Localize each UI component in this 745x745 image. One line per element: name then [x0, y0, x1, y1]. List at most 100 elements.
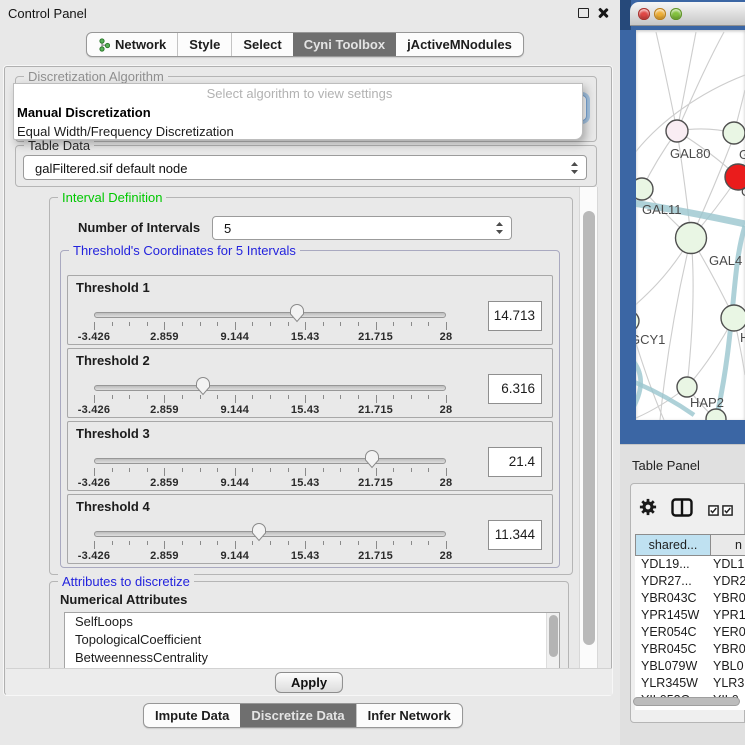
checked-box-icon[interactable] [708, 505, 719, 516]
slider-ticks [94, 322, 446, 331]
scrollbar-thumb[interactable] [583, 211, 595, 645]
scrollbar-thumb[interactable] [549, 615, 558, 657]
tab-discretize-data[interactable]: Discretize Data [240, 704, 355, 727]
tick-label: 9.144 [203, 331, 267, 343]
table-row[interactable]: YER054CYER0 [635, 624, 745, 641]
list-item[interactable]: BetweennessCentrality [65, 649, 559, 667]
threshold-slider-track[interactable] [94, 458, 446, 464]
tick-mark [270, 322, 271, 326]
threshold-slider-track[interactable] [94, 385, 446, 391]
tab-label: Cyni Toolbox [304, 37, 385, 52]
tick-mark [411, 395, 412, 399]
slider-thumb[interactable] [289, 303, 305, 323]
tab-infer-network[interactable]: Infer Network [356, 704, 462, 727]
mac-minimize-icon[interactable] [654, 8, 666, 20]
table-row[interactable]: YBR045CYBR0 [635, 641, 745, 658]
float-window-icon[interactable] [578, 8, 589, 18]
node-partial-bottom[interactable] [706, 409, 726, 420]
popup-option-manual-discretization[interactable]: Manual Discretization [14, 103, 582, 122]
threshold-4-panel: Threshold 4 -3.4262.8599.14415.4321.7152… [67, 494, 553, 564]
tick-mark [376, 322, 377, 330]
tick-label: 28 [414, 550, 478, 562]
network-graph: GAL80 G C GAL11 GAL4 GCY1 H HAP2 [636, 30, 745, 420]
tick-mark [428, 395, 429, 399]
group-title: Interval Definition [58, 190, 166, 205]
network-canvas[interactable]: GAL80 G C GAL11 GAL4 GCY1 H HAP2 [636, 30, 745, 420]
numerical-attributes-label: Numerical Attributes [60, 592, 187, 607]
tick-mark [340, 395, 341, 399]
table-horizontal-scrollbar[interactable] [633, 696, 744, 708]
threshold-value-field[interactable]: 21.4 [488, 447, 542, 477]
list-item[interactable]: SelfLoops [65, 613, 559, 631]
apply-button[interactable]: Apply [275, 672, 343, 693]
tick-mark [129, 395, 130, 399]
tab-select[interactable]: Select [231, 33, 292, 56]
tick-mark [252, 468, 253, 472]
network-window-titlebar[interactable] [630, 2, 745, 26]
tab-cyni-toolbox[interactable]: Cyni Toolbox [293, 33, 396, 56]
network-nodes[interactable] [636, 120, 745, 420]
node-hap2[interactable] [677, 377, 697, 397]
tick-mark [340, 322, 341, 326]
popup-option-equal-width-frequency[interactable]: Equal Width/Frequency Discretization [14, 122, 582, 141]
table-row[interactable]: YPR145WYPR1 [635, 607, 745, 624]
node-gal11[interactable] [636, 178, 653, 200]
tick-mark [305, 322, 306, 330]
list-item[interactable]: TopologicalCoefficient [65, 631, 559, 649]
tick-mark [393, 468, 394, 472]
threshold-slider-track[interactable] [94, 531, 446, 537]
node-gal80[interactable] [666, 120, 688, 142]
threshold-value-field[interactable]: 11.344 [488, 520, 542, 550]
tick-mark [94, 468, 95, 476]
tab-network[interactable]: Network [87, 33, 177, 56]
settings-scrollbar[interactable] [579, 187, 598, 668]
checked-box-icon[interactable] [722, 505, 733, 516]
table-row[interactable]: YBL079WYBL0 [635, 658, 745, 675]
slider-tick-labels: -3.4262.8599.14415.4321.71528 [94, 477, 446, 489]
slider-thumb[interactable] [364, 449, 380, 469]
table-row[interactable]: YDL19...YDL1 [635, 556, 745, 573]
node-gcy1[interactable] [636, 311, 639, 331]
tick-mark [217, 468, 218, 472]
slider-thumb[interactable] [195, 376, 211, 396]
split-columns-icon[interactable] [671, 498, 693, 517]
tick-label: 9.144 [203, 477, 267, 489]
table-row[interactable]: YLR345WYLR3 [635, 675, 745, 692]
threshold-slider-track[interactable] [94, 312, 446, 318]
table-row[interactable]: YBR043CYBR0 [635, 590, 745, 607]
stepper-arrows-icon [570, 160, 579, 175]
numerical-attributes-list[interactable]: SelfLoopsTopologicalCoefficientBetweenne… [64, 612, 560, 669]
slider-tick-labels: -3.4262.8599.14415.4321.71528 [94, 404, 446, 416]
threshold-label: Threshold 1 [76, 280, 150, 295]
scrollbar-thumb[interactable] [633, 697, 740, 706]
tick-mark [182, 468, 183, 472]
tick-mark [182, 395, 183, 399]
network-view-window: GAL80 G C GAL11 GAL4 GCY1 H HAP2 [620, 0, 745, 444]
tab-jactivemnodules[interactable]: jActiveMNodules [396, 33, 523, 56]
node-gal4[interactable] [676, 223, 707, 254]
list-scrollbar[interactable] [546, 613, 559, 668]
table-row[interactable]: YDR27...YDR2 [635, 573, 745, 590]
column-header-shared-name[interactable]: shared... [635, 534, 711, 556]
mac-zoom-icon[interactable] [670, 8, 682, 20]
tick-mark [94, 322, 95, 330]
table-data-combobox[interactable]: galFiltered.sif default node [23, 155, 587, 180]
cell-shared-name: YDR27... [641, 573, 692, 590]
threshold-value-field[interactable]: 14.713 [488, 301, 542, 331]
tab-impute-data[interactable]: Impute Data [144, 704, 240, 727]
tab-style[interactable]: Style [177, 33, 231, 56]
settings-gear-icon[interactable] [639, 498, 657, 516]
mac-close-icon[interactable] [638, 8, 650, 20]
slider-thumb[interactable] [251, 522, 267, 542]
slider-ticks [94, 468, 446, 477]
list-items: SelfLoopsTopologicalCoefficientBetweenne… [65, 613, 559, 667]
threshold-value-field[interactable]: 6.316 [488, 374, 542, 404]
cell-name: YER0 [713, 624, 745, 641]
column-header-name[interactable]: n [710, 534, 745, 556]
node-partial-top[interactable] [723, 122, 745, 144]
close-icon[interactable] [597, 7, 609, 19]
number-of-intervals-combobox[interactable]: 5 [212, 216, 512, 240]
node-partial-right[interactable] [721, 305, 745, 331]
tick-mark [428, 468, 429, 472]
tick-mark [288, 541, 289, 545]
